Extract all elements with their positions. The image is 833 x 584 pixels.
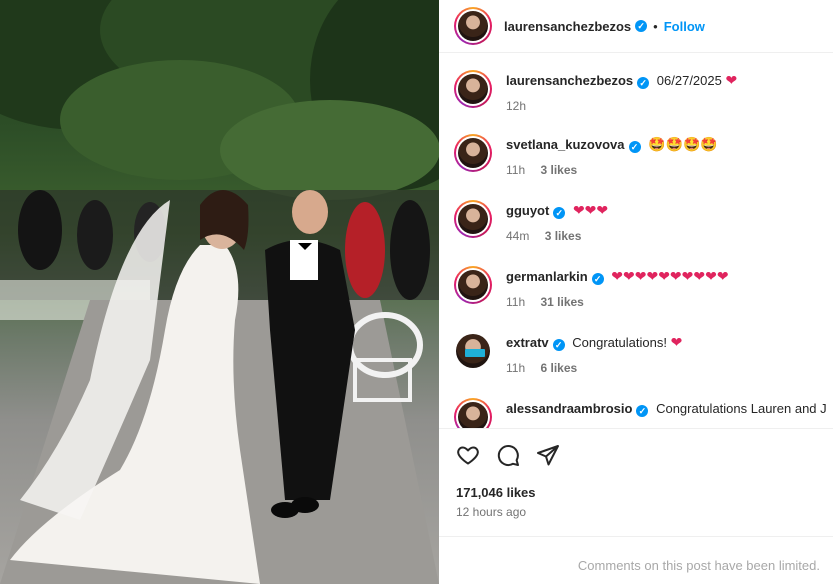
separator-dot: • — [653, 18, 658, 34]
comment-username[interactable]: extratv — [506, 335, 549, 350]
comment-time: 11h — [506, 361, 526, 375]
post-side-panel: laurensanchezbezos ✓ • Follow laurensanc… — [439, 0, 833, 584]
comment-username[interactable]: laurensanchezbezos — [506, 73, 633, 88]
comment-body: Congratulations! — [572, 335, 667, 350]
heart-emoji: ❤ — [725, 73, 738, 89]
comment-icon[interactable] — [496, 443, 520, 472]
verified-badge-icon: ✓ — [628, 141, 641, 153]
star-struck-emoji: 🤩🤩🤩🤩 — [648, 137, 718, 153]
comment-body: Congratulations Lauren and J — [656, 401, 827, 416]
comment-body: 06/27/2025 — [656, 73, 722, 88]
comment-time: 12h — [506, 99, 527, 113]
verified-badge-icon: ✓ — [636, 405, 649, 417]
comment-time: 11h — [506, 295, 526, 309]
verified-badge-icon: ✓ — [552, 339, 565, 351]
author-username[interactable]: laurensanchezbezos — [504, 19, 631, 34]
comment-area: Comments on this post have been limited. — [439, 536, 833, 584]
share-icon[interactable] — [536, 443, 560, 472]
post-photo[interactable] — [0, 0, 439, 584]
verified-badge-icon: ✓ — [553, 207, 566, 219]
comment-likes[interactable]: 6 likes — [540, 361, 577, 375]
comment-likes[interactable]: 31 likes — [540, 295, 583, 309]
avatar[interactable] — [454, 266, 492, 304]
post-actions: 171,046 likes 12 hours ago — [439, 428, 833, 534]
post-timestamp[interactable]: 12 hours ago — [456, 505, 526, 519]
follow-button[interactable]: Follow — [664, 19, 705, 34]
verified-badge-icon: ✓ — [635, 20, 648, 32]
comment-username[interactable]: alessandraambrosio — [506, 401, 632, 416]
heart-emoji: ❤❤❤ — [572, 203, 609, 219]
avatar[interactable] — [454, 332, 492, 370]
comment-likes[interactable]: 3 likes — [540, 163, 577, 177]
avatar[interactable] — [454, 398, 492, 428]
heart-emoji: ❤ — [670, 335, 683, 351]
avatar[interactable] — [454, 200, 492, 238]
comments-limited-notice: Comments on this post have been limited. — [577, 558, 820, 573]
heart-emoji: ❤❤❤❤❤❤❤❤❤❤ — [611, 269, 729, 285]
comment-username[interactable]: gguyot — [506, 203, 549, 218]
comment-username[interactable]: svetlana_kuzovova — [506, 137, 625, 152]
comment-time: 44m — [506, 229, 530, 243]
avatar[interactable] — [454, 70, 492, 108]
comments-list[interactable]: laurensanchezbezos ✓ 06/27/2025 ❤ 12h sve… — [439, 54, 833, 428]
verified-badge-icon: ✓ — [637, 77, 650, 89]
comment-time: 11h — [506, 163, 526, 177]
avatar[interactable] — [454, 134, 492, 172]
author-avatar[interactable] — [454, 7, 492, 45]
likes-count[interactable]: 171,046 likes — [456, 485, 536, 500]
heart-icon[interactable] — [456, 443, 480, 472]
wedding-photo-illustration — [0, 0, 439, 584]
verified-badge-icon: ✓ — [591, 273, 604, 285]
comment-likes[interactable]: 3 likes — [545, 229, 582, 243]
comment-username[interactable]: germanlarkin — [506, 269, 588, 284]
post-header: laurensanchezbezos ✓ • Follow — [439, 0, 833, 53]
